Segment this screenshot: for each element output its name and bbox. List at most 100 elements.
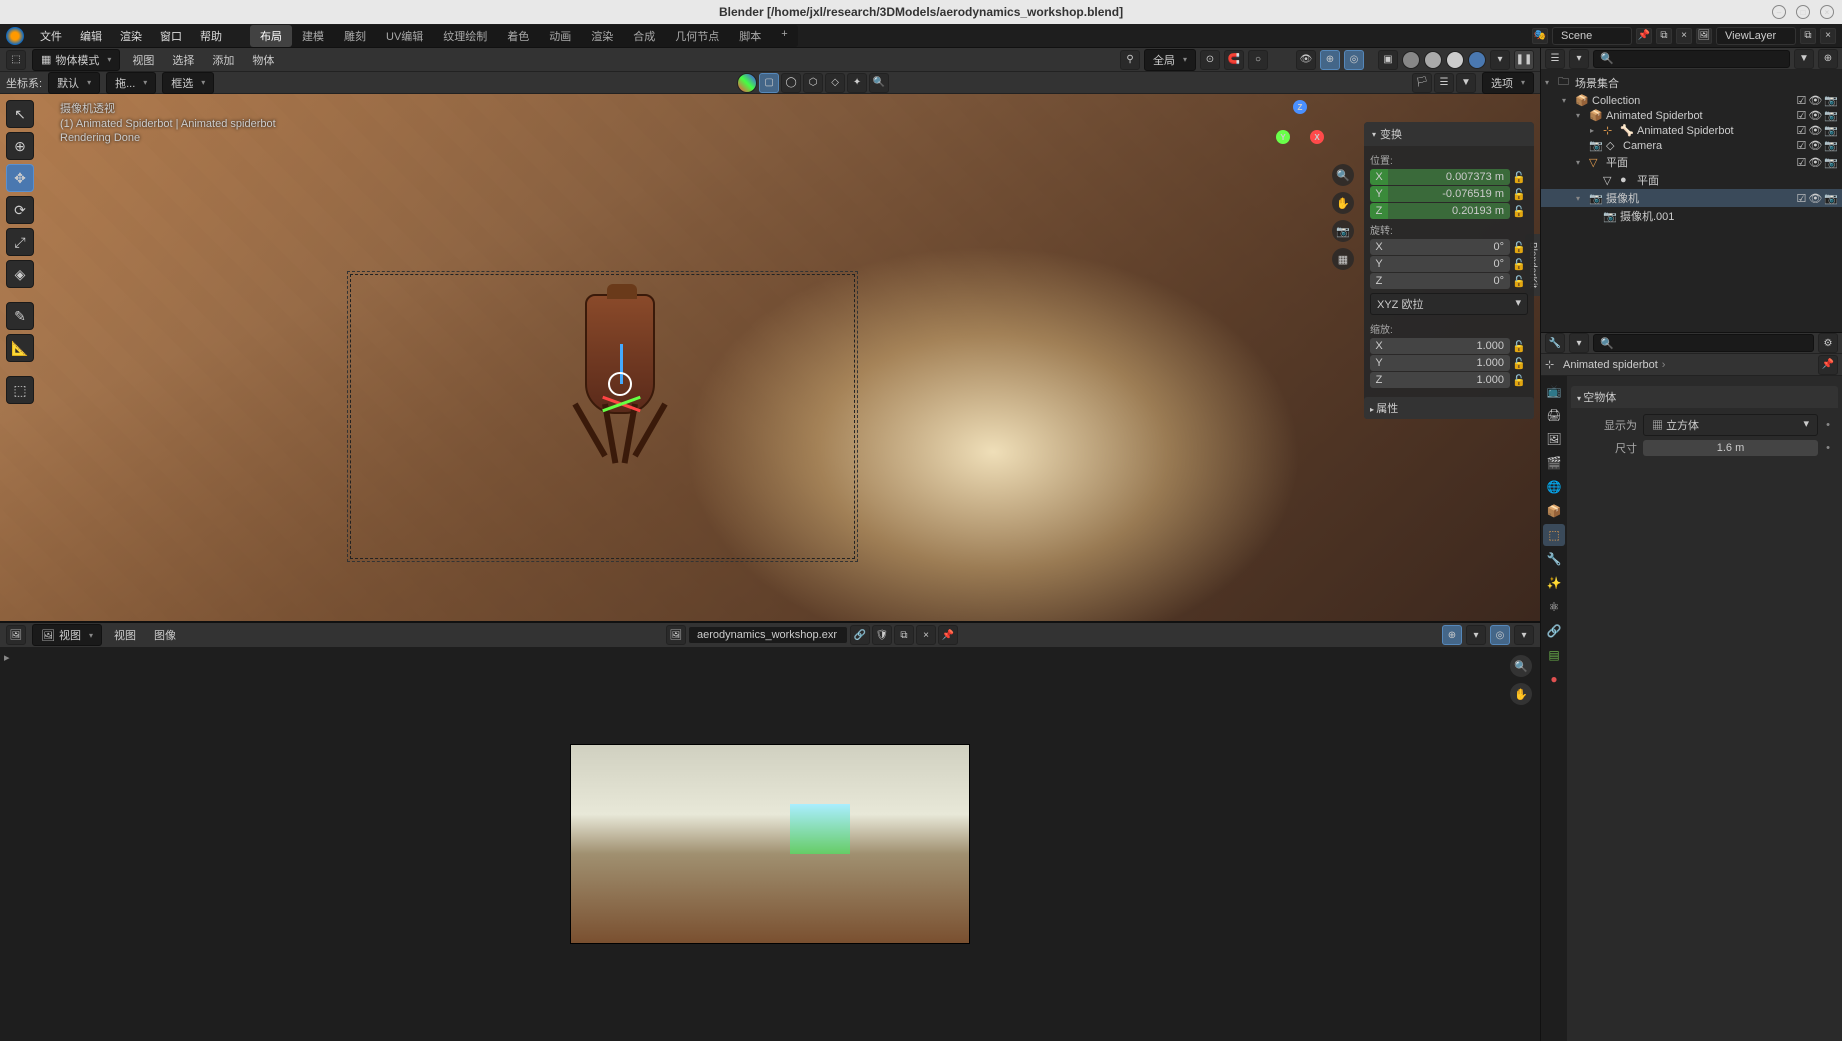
tab-compositing[interactable]: 合成 bbox=[623, 25, 665, 47]
prop-tab-output[interactable]: 🖨 bbox=[1543, 404, 1565, 426]
drag-dropdown[interactable]: 拖...▾ bbox=[106, 72, 156, 94]
prop-tab-render[interactable]: 📺 bbox=[1543, 380, 1565, 402]
tab-scripting[interactable]: 脚本 bbox=[729, 25, 771, 47]
exclude-checkbox-icon[interactable]: ☑ bbox=[1796, 94, 1806, 107]
prop-tab-world[interactable]: 🌐 bbox=[1543, 476, 1565, 498]
blender-logo-icon[interactable] bbox=[6, 27, 24, 45]
disable-render-icon[interactable]: 📷 bbox=[1824, 124, 1838, 137]
menu-render[interactable]: 渲染 bbox=[112, 25, 150, 47]
hide-eye-icon[interactable]: 👁 bbox=[1808, 139, 1822, 152]
tool-measure[interactable]: 📐 bbox=[6, 334, 34, 362]
disable-render-icon[interactable]: 📷 bbox=[1824, 192, 1838, 205]
hide-eye-icon[interactable]: 👁 bbox=[1808, 109, 1822, 122]
header-object[interactable]: 物体 bbox=[246, 50, 280, 70]
menu-file[interactable]: 文件 bbox=[32, 25, 70, 47]
tool-rotate[interactable]: ⟳ bbox=[6, 196, 34, 224]
props-display-chevron-icon[interactable]: ▾ bbox=[1569, 333, 1589, 353]
image-gizmo-toggle-icon[interactable]: ⊕ bbox=[1442, 625, 1462, 645]
shading-matprev-icon[interactable] bbox=[1446, 51, 1464, 69]
transform-panel-header[interactable]: 变换 bbox=[1364, 122, 1534, 146]
disable-render-icon[interactable]: 📷 bbox=[1824, 156, 1838, 169]
scene-pin-icon[interactable]: 📌 bbox=[1636, 28, 1652, 44]
viewlayer-browse-icon[interactable]: 🖼 bbox=[1696, 28, 1712, 44]
tool-scale[interactable]: ⤢ bbox=[6, 228, 34, 256]
image-pan-icon[interactable]: ✋ bbox=[1510, 683, 1532, 705]
exclude-checkbox-icon[interactable]: ☑ bbox=[1796, 139, 1806, 152]
props-pin-icon[interactable]: 📌 bbox=[1818, 355, 1838, 375]
header-view[interactable]: 视图 bbox=[126, 50, 160, 70]
orientation-icon[interactable]: ⚲ bbox=[1120, 50, 1140, 70]
prop-tab-modifiers[interactable]: 🔧 bbox=[1543, 548, 1565, 570]
display-as-anim-dot[interactable]: • bbox=[1824, 419, 1832, 431]
visibility-eye-icon[interactable]: 👁 bbox=[1296, 50, 1316, 70]
viewlayer-name-field[interactable]: ViewLayer bbox=[1716, 27, 1796, 45]
tab-modeling[interactable]: 建模 bbox=[292, 25, 334, 47]
nav-persp-icon[interactable]: ▦ bbox=[1332, 248, 1354, 270]
3d-viewport[interactable]: ↖ ⊕ ✥ ⟳ ⤢ ◈ ✎ 📐 ⬚ 摄像机透视 (1) Animated Spi… bbox=[0, 94, 1540, 621]
image-name-field[interactable]: aerodynamics_workshop.exr bbox=[688, 626, 848, 644]
tab-sculpt[interactable]: 雕刻 bbox=[334, 25, 376, 47]
outliner-item[interactable]: ▾📦Collection☑👁📷 bbox=[1541, 93, 1842, 108]
image-unlink-icon[interactable]: × bbox=[916, 625, 936, 645]
scale-z-field[interactable]: 1.000 bbox=[1388, 372, 1510, 388]
transform-props-subpanel[interactable]: 属性 bbox=[1364, 397, 1534, 419]
tab-anim[interactable]: 动画 bbox=[539, 25, 581, 47]
scale-y-field[interactable]: 1.000 bbox=[1388, 355, 1510, 371]
hide-eye-icon[interactable]: 👁 bbox=[1808, 124, 1822, 137]
prop-tab-constraints[interactable]: 🔗 bbox=[1543, 620, 1565, 642]
gizmo-center-ring[interactable] bbox=[608, 372, 632, 396]
outliner-item[interactable]: 📷◇Camera☑👁📷 bbox=[1541, 138, 1842, 153]
proportional-icon[interactable]: ○ bbox=[1248, 50, 1268, 70]
lock-rot-z-icon[interactable]: 🔓 bbox=[1510, 275, 1528, 288]
tab-texpaint[interactable]: 纹理绘制 bbox=[433, 25, 497, 47]
lock-rot-x-icon[interactable]: 🔓 bbox=[1510, 241, 1528, 254]
snap-mode-1-icon[interactable]: ▢ bbox=[759, 73, 779, 93]
location-y-field[interactable]: -0.076519 m bbox=[1388, 186, 1510, 202]
nav-camera-icon[interactable]: 📷 bbox=[1332, 220, 1354, 242]
header-flag-icon[interactable]: 🏳 bbox=[1412, 73, 1432, 93]
viewlayer-new-icon[interactable]: ⧉ bbox=[1800, 28, 1816, 44]
tab-add-button[interactable]: + bbox=[771, 25, 797, 47]
rotation-z-field[interactable]: 0° bbox=[1388, 273, 1510, 289]
imged-image-menu[interactable]: 图像 bbox=[148, 625, 182, 645]
exclude-checkbox-icon[interactable]: ☑ bbox=[1796, 109, 1806, 122]
outliner-item[interactable]: 📷摄像机.001 bbox=[1541, 207, 1842, 225]
disable-render-icon[interactable]: 📷 bbox=[1824, 139, 1838, 152]
display-as-dropdown[interactable]: ▦ 立方体▾ bbox=[1643, 414, 1818, 436]
outliner-item[interactable]: ▾📷摄像机☑👁📷 bbox=[1541, 189, 1842, 207]
nav-gizmo-y[interactable]: Y bbox=[1276, 130, 1290, 144]
exclude-checkbox-icon[interactable]: ☑ bbox=[1796, 156, 1806, 169]
image-sidebar-toggle-icon[interactable]: ▸ bbox=[4, 651, 10, 664]
image-canvas[interactable]: ▸ 🔍 ✋ bbox=[0, 647, 1540, 1041]
snap-mode-2-icon[interactable]: ◯ bbox=[781, 73, 801, 93]
tree-toggle-icon[interactable]: ▸ bbox=[1590, 126, 1600, 135]
nav-gizmo[interactable]: Z X Y bbox=[1270, 100, 1330, 160]
outliner-newcollection-icon[interactable]: ⊕ bbox=[1818, 49, 1838, 69]
window-close-button[interactable]: × bbox=[1820, 5, 1834, 19]
editor-type-3dview-icon[interactable]: ⬚ bbox=[6, 50, 26, 70]
scale-x-field[interactable]: 1.000 bbox=[1388, 338, 1510, 354]
lock-loc-x-icon[interactable]: 🔓 bbox=[1510, 171, 1528, 184]
hide-eye-icon[interactable]: 👁 bbox=[1808, 94, 1822, 107]
editor-type-outliner-icon[interactable]: ☰ bbox=[1545, 49, 1565, 69]
nav-gizmo-x[interactable]: X bbox=[1310, 130, 1324, 144]
prop-tab-data[interactable]: ▤ bbox=[1543, 644, 1565, 666]
menu-edit[interactable]: 编辑 bbox=[72, 25, 110, 47]
location-x-field[interactable]: 0.007373 m bbox=[1388, 169, 1510, 185]
scene-copy-icon[interactable]: ⧉ bbox=[1656, 28, 1672, 44]
scene-browse-icon[interactable]: 🎭 bbox=[1532, 28, 1548, 44]
tool-addcube[interactable]: ⬚ bbox=[6, 376, 34, 404]
collection-color-icon[interactable] bbox=[737, 73, 757, 93]
transform-orientation-dropdown[interactable]: 全局▾ bbox=[1144, 49, 1196, 71]
viewport-pause-icon[interactable]: ❚❚ bbox=[1514, 50, 1534, 70]
image-new-icon[interactable]: ⧉ bbox=[894, 625, 914, 645]
outliner-display-mode-icon[interactable]: ▾ bbox=[1569, 49, 1589, 69]
gizmo-toggle-icon[interactable]: ⊕ bbox=[1320, 50, 1340, 70]
tree-toggle-icon[interactable]: ▾ bbox=[1576, 158, 1586, 167]
scene-delete-icon[interactable]: × bbox=[1676, 28, 1692, 44]
header-add[interactable]: 添加 bbox=[206, 50, 240, 70]
tree-toggle-icon[interactable]: ▾ bbox=[1562, 96, 1572, 105]
header-select[interactable]: 选择 bbox=[166, 50, 200, 70]
mode-dropdown[interactable]: ▦ 物体模式▾ bbox=[32, 49, 120, 71]
editor-type-properties-icon[interactable]: 🔧 bbox=[1545, 333, 1565, 353]
